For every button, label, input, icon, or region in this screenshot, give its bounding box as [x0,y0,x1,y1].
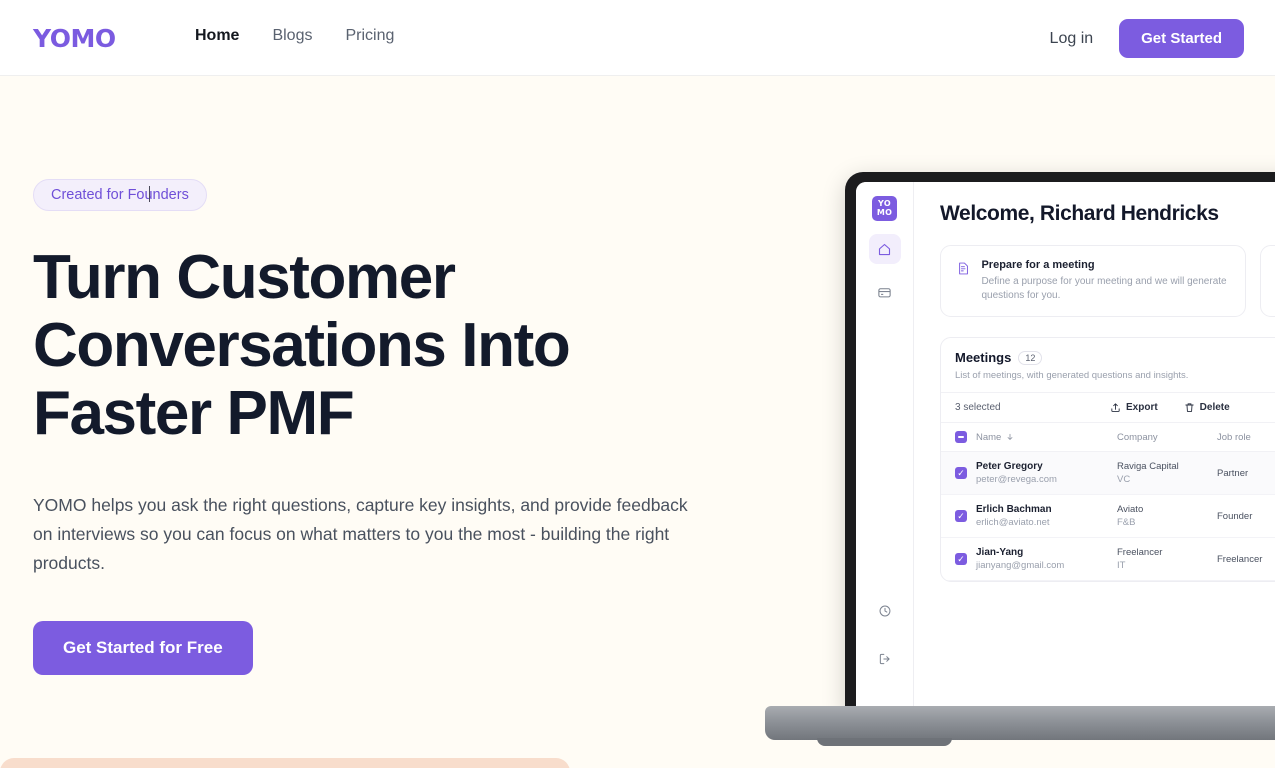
hero-section: Created for Founders Turn Customer Conve… [0,76,1275,768]
meetings-description: List of meetings, with generated questio… [955,370,1189,381]
laptop-screen: YO MO Welcome, Richard Hendricks Prepare… [845,172,1275,712]
column-header-company[interactable]: Company [1117,432,1217,443]
row-name: Peter Gregory [976,461,1043,472]
row-name: Erlich Bachman [976,504,1052,515]
primary-nav: Home Blogs Pricing [195,27,394,45]
row-industry: IT [1117,560,1126,571]
laptop-foot [817,738,952,746]
meetings-toolbar: 3 selected Export Delete [941,393,1275,423]
dashboard-main: Welcome, Richard Hendricks Prepare for a… [914,182,1275,712]
row-industry: VC [1117,474,1131,485]
hero-badge[interactable]: Created for Founders [33,179,207,211]
row-email: erlich@aviato.net [976,517,1050,528]
trash-icon [1185,403,1194,412]
sidebar-item-history[interactable] [869,596,901,626]
column-header-name[interactable]: Name [967,432,1117,443]
meetings-header: Meetings 12 List of meetings, with gener… [941,338,1275,393]
export-icon [1111,403,1120,412]
hero-badge-label: Created for Founders [51,187,189,203]
sidebar-item-billing[interactable] [869,277,901,307]
prepare-meeting-card[interactable]: Prepare for a meeting Define a purpose f… [940,245,1246,317]
column-header-name-label: Name [976,431,1002,443]
sidebar-item-home[interactable] [868,234,901,264]
dashboard-quick-cards: Prepare for a meeting Define a purpose f… [940,245,1275,317]
record-audio-card[interactable] [1260,245,1275,317]
selected-count-label: 3 selected [955,402,1001,413]
arrow-down-icon [1007,433,1013,440]
laptop-mockup: YO MO Welcome, Richard Hendricks Prepare… [765,172,1275,746]
get-started-free-button[interactable]: Get Started for Free [33,621,253,675]
get-started-button[interactable]: Get Started [1119,19,1244,58]
hero-subtitle: YOMO helps you ask the right questions, … [33,495,688,573]
dashboard-app: YO MO Welcome, Richard Hendricks Prepare… [856,182,1275,712]
select-all-checkbox[interactable] [955,431,967,443]
history-icon [879,605,890,617]
row-name: Jian-Yang [976,547,1024,558]
home-icon [878,243,891,255]
document-lines-icon [959,262,968,275]
column-header-role[interactable]: Job role [1217,432,1275,443]
delete-label: Delete [1199,402,1230,413]
decorative-peach-card [0,758,570,768]
table-row[interactable]: ✓ Peter Gregory peter@revega.com Raviga … [941,452,1275,495]
row-role: Partner [1217,467,1249,479]
export-label: Export [1126,402,1158,413]
brand-logo[interactable]: YOMO [33,24,116,53]
row-role: Founder [1217,510,1253,522]
meetings-table-header: Name Company Job role [941,423,1275,452]
prepare-meeting-desc: Define a purpose for your meeting and we… [981,276,1227,301]
row-checkbox[interactable]: ✓ [955,467,967,479]
text-cursor-icon [149,186,150,202]
sidebar-item-logout[interactable] [869,644,901,674]
row-email: peter@revega.com [976,474,1057,485]
row-company: Aviato [1117,504,1144,515]
nav-link-pricing[interactable]: Pricing [345,27,394,45]
nav-actions: Log in Get Started [1050,19,1244,58]
nav-link-blogs[interactable]: Blogs [272,27,312,45]
table-row[interactable]: ✓ Erlich Bachman erlich@aviato.net Aviat… [941,495,1275,538]
row-checkbox[interactable]: ✓ [955,510,967,522]
login-link[interactable]: Log in [1050,30,1094,48]
dashboard-logo-icon[interactable]: YO MO [872,196,897,221]
row-company: Freelancer [1117,547,1163,558]
dashboard-welcome-title: Welcome, Richard Hendricks [940,202,1219,225]
sidebar-bottom-group [856,583,913,674]
table-row[interactable]: ✓ Jian-Yang jianyang@gmail.com Freelance… [941,538,1275,581]
export-button[interactable]: Export [1110,402,1158,413]
meetings-panel: Meetings 12 List of meetings, with gener… [940,337,1275,582]
row-industry: F&B [1117,517,1136,528]
row-email: jianyang@gmail.com [976,560,1065,571]
nav-link-home[interactable]: Home [195,27,239,45]
laptop-base [765,706,1275,740]
delete-button[interactable]: Delete [1184,402,1230,413]
prepare-meeting-title: Prepare for a meeting [981,259,1095,271]
dashboard-sidebar: YO MO [856,182,914,712]
meetings-title: Meetings [955,350,1012,365]
dashboard-logo-bottom: MO [876,207,893,217]
row-checkbox[interactable]: ✓ [955,553,967,565]
top-navbar: YOMO Home Blogs Pricing Log in Get Start… [0,0,1275,76]
meetings-count-badge: 12 [1018,350,1043,365]
logout-icon [879,653,890,665]
row-role: Freelancer [1217,553,1263,565]
row-company: Raviga Capital [1117,461,1179,472]
hero-content: Created for Founders Turn Customer Conve… [33,179,723,675]
card-icon [878,287,891,297]
page-title: Turn Customer Conversations Into Faster … [33,243,571,448]
